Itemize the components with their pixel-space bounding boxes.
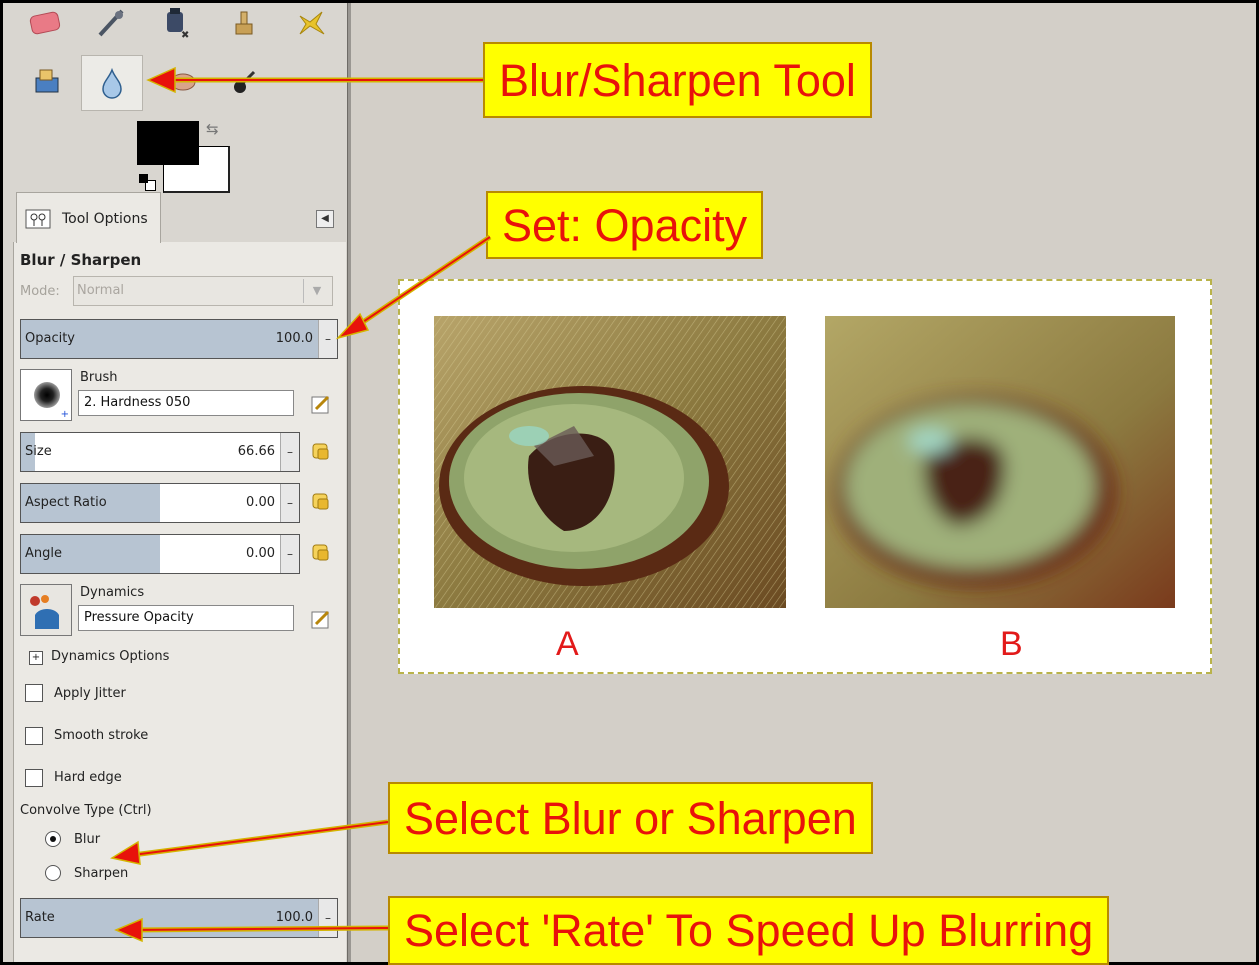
blur-radio-label: Blur — [74, 832, 101, 847]
callout-blur-sharpen-tool: Blur/Sharpen Tool — [483, 42, 872, 118]
brush-edit-icon[interactable] — [310, 393, 332, 415]
rate-label: Rate — [25, 910, 55, 925]
clone-tool-icon[interactable] — [223, 3, 263, 43]
rate-spinner[interactable]: – — [318, 899, 337, 937]
apply-jitter-label: Apply Jitter — [54, 686, 126, 701]
default-colors-fg-icon[interactable] — [139, 174, 148, 183]
dynamics-label: Dynamics — [80, 585, 145, 600]
chevron-down-icon[interactable]: ▼ — [303, 279, 330, 303]
swap-colors-icon[interactable]: ⇆ — [206, 120, 219, 138]
callout-select-rate: Select 'Rate' To Speed Up Blurring — [388, 896, 1110, 965]
callout-select-rate-text: Select 'Rate' To Speed Up Blurring — [404, 905, 1094, 956]
smooth-stroke-label: Smooth stroke — [54, 728, 149, 743]
smudge-tool-icon[interactable] — [163, 61, 203, 101]
opacity-value: 100.0 — [275, 331, 313, 346]
svg-text:✖: ✖ — [181, 30, 189, 40]
aspect-ratio-spinner[interactable]: – — [280, 484, 299, 522]
dynamics-options-expander[interactable]: Dynamics Options — [51, 649, 169, 664]
opacity-spinner[interactable]: – — [318, 320, 337, 358]
tab-menu-icon[interactable]: ◀ — [316, 210, 334, 228]
airbrush-tool-icon[interactable] — [91, 3, 131, 43]
perspective-clone-tool-icon[interactable] — [27, 61, 67, 101]
aspect-ratio-reset-icon[interactable] — [310, 491, 332, 513]
size-slider[interactable]: Size 66.66 – — [20, 432, 300, 472]
expand-plus-icon[interactable]: + — [29, 651, 43, 665]
eraser-tool-icon[interactable] — [25, 3, 65, 43]
brush-preview-icon — [34, 382, 60, 408]
tab-tool-options-label: Tool Options — [62, 211, 148, 227]
size-label: Size — [25, 444, 52, 459]
mode-select[interactable]: Normal — [73, 276, 333, 306]
callout-set-opacity: Set: Opacity — [486, 191, 764, 259]
convolve-type-label: Convolve Type (Ctrl) — [20, 803, 152, 818]
size-reset-icon[interactable] — [310, 441, 332, 463]
angle-value: 0.00 — [246, 546, 275, 561]
foreground-color-swatch[interactable] — [137, 121, 199, 165]
aspect-ratio-value: 0.00 — [246, 495, 275, 510]
brush-plus-icon: + — [60, 409, 69, 420]
blur-sharpen-tool-icon[interactable] — [81, 55, 143, 111]
aspect-ratio-slider[interactable]: Aspect Ratio 0.00 – — [20, 483, 300, 523]
mode-label: Mode: — [20, 284, 60, 299]
brush-name-field[interactable]: 2. Hardness 050 — [78, 390, 294, 416]
dynamics-edit-icon[interactable] — [310, 608, 332, 630]
cat-eye-sharp-image — [434, 316, 786, 608]
rate-slider[interactable]: Rate 100.0 – — [20, 898, 338, 938]
dynamics-name-field[interactable]: Pressure Opacity — [78, 605, 294, 631]
heal-tool-icon[interactable] — [291, 3, 331, 43]
brush-label: Brush — [80, 370, 118, 385]
aspect-ratio-label: Aspect Ratio — [25, 495, 107, 510]
rate-value: 100.0 — [275, 910, 313, 925]
angle-slider[interactable]: Angle 0.00 – — [20, 534, 300, 574]
sharpen-radio-label: Sharpen — [74, 866, 129, 881]
dynamics-icon — [30, 595, 59, 629]
brush-preview-button[interactable]: + — [20, 369, 72, 421]
ink-tool-icon[interactable]: ✖ — [155, 3, 195, 43]
apply-jitter-checkbox[interactable] — [25, 684, 43, 702]
tool-options-icon — [25, 209, 51, 229]
callout-blur-sharpen-tool-text: Blur/Sharpen Tool — [499, 54, 856, 106]
size-value: 66.66 — [237, 444, 275, 459]
size-spinner[interactable]: – — [280, 433, 299, 471]
callout-select-blur-or-sharpen: Select Blur or Sharpen — [388, 782, 873, 854]
hard-edge-label: Hard edge — [54, 770, 122, 785]
tool-options-title: Blur / Sharpen — [20, 251, 142, 269]
cat-eye-blurred-image — [825, 316, 1175, 608]
angle-spinner[interactable]: – — [280, 535, 299, 573]
caption-a: A — [556, 625, 579, 663]
angle-label: Angle — [25, 546, 62, 561]
blur-radio[interactable] — [45, 831, 61, 847]
dynamics-preview-button[interactable] — [20, 584, 72, 636]
angle-reset-icon[interactable] — [310, 542, 332, 564]
opacity-label: Opacity — [25, 331, 76, 346]
smooth-stroke-checkbox[interactable] — [25, 727, 43, 745]
callout-select-blur-or-sharpen-text: Select Blur or Sharpen — [404, 792, 857, 844]
caption-b: B — [1000, 625, 1023, 663]
hard-edge-checkbox[interactable] — [25, 769, 43, 787]
dodge-burn-tool-icon[interactable] — [225, 61, 265, 101]
opacity-slider[interactable]: Opacity 100.0 – — [20, 319, 338, 359]
callout-set-opacity-text: Set: Opacity — [502, 199, 748, 251]
sharpen-radio[interactable] — [45, 865, 61, 881]
mode-value: Normal — [77, 283, 125, 298]
